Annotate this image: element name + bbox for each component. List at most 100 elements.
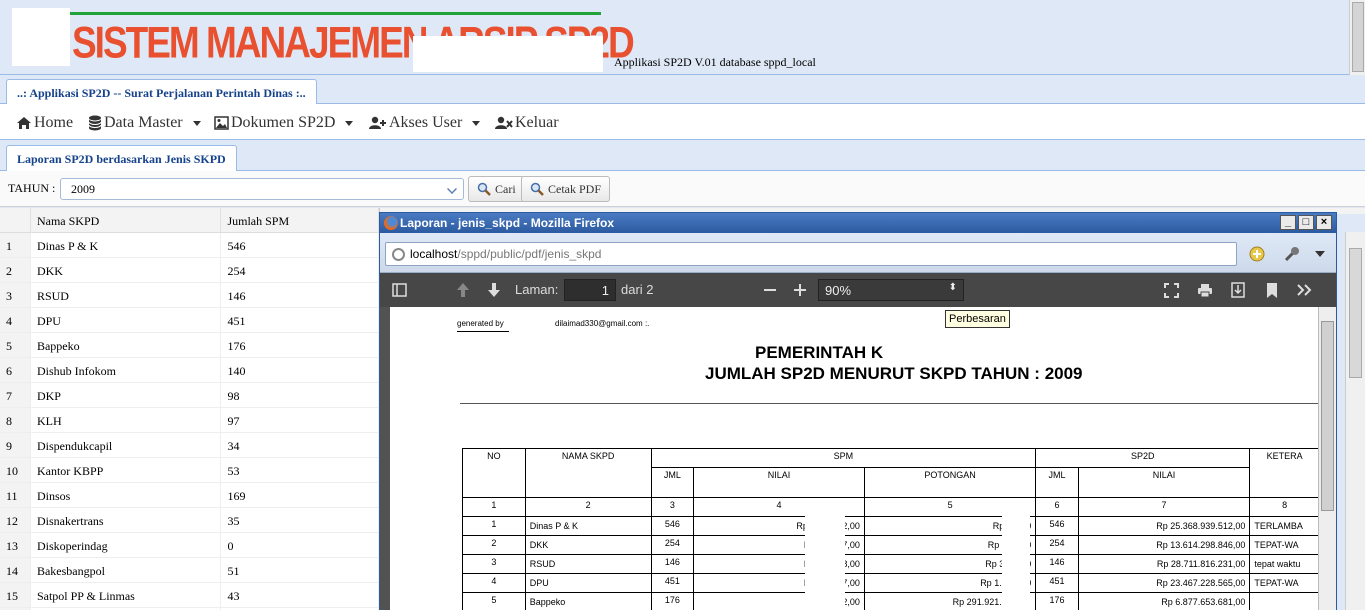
grid-row[interactable]: 9 Dispendukcapil 34 (0, 433, 379, 458)
grid-row[interactable]: 13 Diskoperindag 0 (0, 533, 379, 558)
url-field[interactable]: localhost/sppd/public/pdf/jenis_skpd (385, 242, 1237, 266)
menu-dokumen-label: Dokumen SP2D (231, 114, 336, 131)
keterangan (1249, 592, 1320, 610)
grid-row[interactable]: 14 Bakesbangpol 51 (0, 558, 379, 583)
page-scrollbar[interactable] (1349, 0, 1365, 75)
grid-row[interactable]: 3 RSUD 146 (0, 283, 379, 308)
report-toolbar: TAHUN : 2009 Cari Cetak PDF (0, 171, 1365, 207)
keterangan-text: tepat waktu (1254, 559, 1301, 569)
spm-jml-text: 254 (664, 538, 680, 548)
close-button[interactable]: × (1316, 215, 1332, 230)
laman-label: Laman: (515, 282, 559, 297)
grid-row[interactable]: 12 Disnakertrans 35 (0, 508, 379, 533)
grid-row[interactable]: 2 DKK 254 (0, 258, 379, 283)
menu-keluar[interactable]: Keluar (495, 114, 559, 132)
pdf-viewer[interactable]: generated by dilaimad330@gmail.com :. PE… (380, 307, 1336, 610)
zoom-out-icon[interactable] (764, 289, 776, 291)
menu-dokumen-sp2d[interactable]: Dokumen SP2D (214, 114, 354, 132)
page-number-input[interactable]: 1 (564, 279, 616, 301)
app-info: Applikasi SP2D V.01 database sppd_local (614, 55, 816, 69)
banner-logo-area (12, 8, 70, 66)
addon-icon[interactable] (1248, 245, 1266, 263)
print-icon[interactable] (1197, 283, 1213, 298)
sp2d-jml-text: 451 (1049, 576, 1065, 586)
spm-jml-text: 176 (664, 595, 680, 605)
jumlah-spm-cell: 43 (221, 583, 379, 607)
report-row: 2DKK254Rp 14.387,00Rp 766.20254Rp 13.614… (462, 535, 1320, 555)
col-potongan: POTONGAN (863, 467, 1037, 498)
col-nilai: NILAI (693, 467, 865, 498)
main-menu: Home Data Master Dokumen SP2D Akses User… (0, 104, 1365, 140)
row-no-text: 3 (491, 557, 497, 567)
zoom-in-icon[interactable] (794, 284, 806, 296)
zoom-select[interactable]: 90% ⬍ (818, 279, 964, 301)
firefox-titlebar[interactable]: Laporan - jenis_skpd - Mozilla Firefox _… (380, 213, 1336, 233)
nama-skpd-cell: DPU (31, 308, 222, 332)
jumlah-spm-header[interactable]: Jumlah SPM (221, 208, 379, 232)
tools-icon[interactable] (1283, 245, 1301, 263)
maximize-button[interactable]: □ (1298, 215, 1314, 230)
rownum-header (0, 208, 31, 232)
spm-jml-text: 146 (664, 557, 680, 567)
sp2d-nilai: Rp 13.614.298.846,00 (1077, 535, 1251, 555)
zoom-tooltip: Perbesaran (945, 310, 1010, 328)
column-number: 1 (462, 497, 526, 517)
sp2d-jml: 254 (1035, 535, 1079, 555)
menu-keluar-label: Keluar (515, 114, 559, 131)
menu-home[interactable]: Home (16, 114, 73, 132)
grid-row[interactable]: 7 DKP 98 (0, 383, 379, 408)
nama-skpd: DKK (524, 535, 652, 555)
grid-row[interactable]: 15 Satpol PP & Linmas 43 (0, 583, 379, 608)
row-number: 7 (0, 383, 31, 407)
jumlah-spm-cell: 53 (221, 458, 379, 482)
sp2d-nilai: Rp 6.877.653.681,00 (1077, 592, 1251, 610)
bookmark-icon[interactable] (1267, 283, 1277, 298)
jumlah-spm-cell: 140 (221, 358, 379, 382)
arrow-down-icon[interactable] (487, 282, 501, 298)
double-chevron-right-icon[interactable] (1297, 284, 1313, 296)
spm-jml-text: 546 (664, 519, 680, 529)
column-number: 3 (650, 497, 695, 517)
sp2d-nilai-text: Rp 6.877.653.681,00 (1161, 597, 1246, 607)
grid-row[interactable]: 4 DPU 451 (0, 308, 379, 333)
sp2d-nilai: Rp 28.711.816.231,00 (1077, 554, 1251, 574)
arrow-up-icon[interactable] (456, 282, 470, 298)
cari-button[interactable]: Cari (468, 176, 525, 202)
jumlah-spm-cell: 176 (221, 333, 379, 357)
cetak-pdf-button[interactable]: Cetak PDF (521, 176, 611, 202)
nama-skpd-cell: Dishub Infokom (31, 358, 222, 382)
grid-row[interactable]: 8 KLH 97 (0, 408, 379, 433)
jumlah-spm-cell: 546 (221, 233, 379, 257)
tab-laporan-jenis-skpd[interactable]: Laporan SP2D berdasarkan Jenis SKPD (6, 145, 237, 171)
menu-data-master[interactable]: Data Master (88, 114, 201, 132)
sidebar-toggle-icon[interactable] (392, 283, 407, 297)
minimize-button[interactable]: _ (1280, 215, 1296, 230)
grid-scrollbar[interactable] (1345, 232, 1365, 610)
row-number: 3 (0, 283, 31, 307)
tahun-select[interactable]: 2009 (60, 178, 464, 200)
grid-row[interactable]: 10 Kantor KBPP 53 (0, 458, 379, 483)
cari-button-label: Cari (495, 181, 516, 196)
nama-skpd-header[interactable]: Nama SKPD (31, 208, 222, 232)
grid-row[interactable]: 5 Bappeko 176 (0, 333, 379, 358)
download-icon[interactable] (1231, 282, 1245, 298)
row-number: 14 (0, 558, 31, 582)
column-number: 8 (1249, 497, 1320, 517)
pdf-scrollbar[interactable] (1318, 307, 1336, 610)
chevron-down-icon[interactable] (1315, 251, 1325, 257)
nama-skpd-cell: Bappeko (31, 333, 222, 357)
nama-skpd-text: DKK (529, 540, 549, 550)
window-title: Laporan - jenis_skpd - Mozilla Firefox (400, 216, 615, 230)
menu-akses-user[interactable]: Akses User (369, 114, 481, 132)
spm-jml: 451 (650, 573, 695, 593)
grid-row[interactable]: 6 Dishub Infokom 140 (0, 358, 379, 383)
row-number: 6 (0, 358, 31, 382)
fullscreen-icon[interactable] (1164, 283, 1179, 298)
row-number: 1 (0, 233, 31, 257)
grid-row[interactable]: 11 Dinsos 169 (0, 483, 379, 508)
col-ket: KETERA (1249, 448, 1320, 498)
image-icon (214, 116, 229, 130)
grid-row[interactable]: 1 Dinas P & K 546 (0, 233, 379, 258)
tab-applikasi[interactable]: ..: Applikasi SP2D -- Surat Perjalanan P… (6, 79, 317, 105)
row-number: 15 (0, 583, 31, 607)
